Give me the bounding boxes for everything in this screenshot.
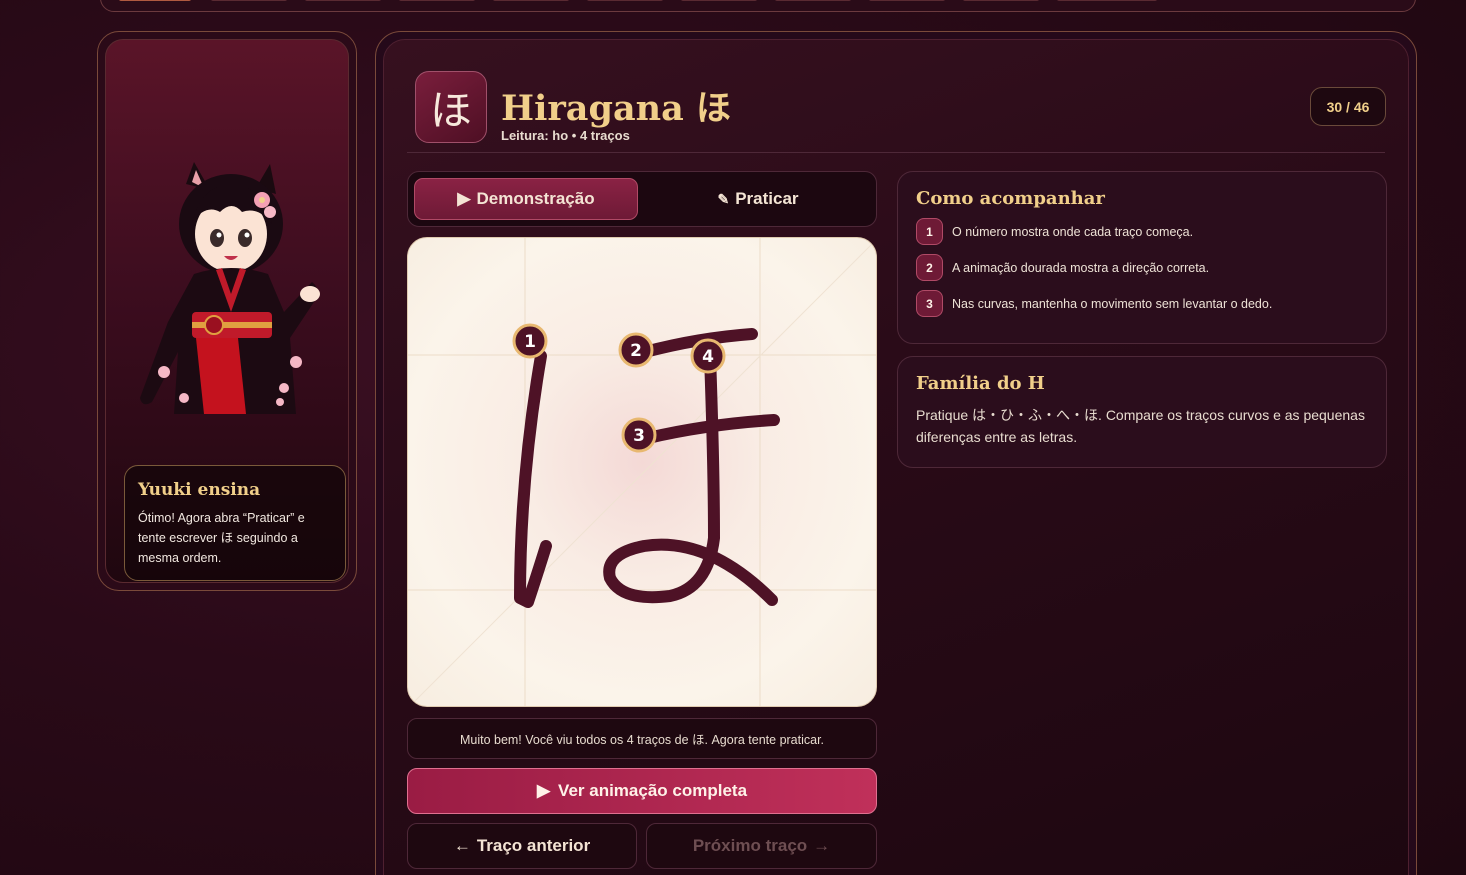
arrow-right-icon: → bbox=[813, 836, 831, 855]
status-message: Muito bem! Você viu todos os 4 traços de… bbox=[407, 718, 877, 759]
step-number: 2 bbox=[916, 254, 943, 281]
guide-step: 2 A animação dourada mostra a direção co… bbox=[916, 254, 1368, 281]
tab-demonstration[interactable]: ▶ Demonstração bbox=[414, 178, 638, 220]
tab-practice[interactable]: ✎ Praticar bbox=[646, 178, 870, 220]
tutor-tip-card: Yuuki ensina Ótimo! Agora abra “Praticar… bbox=[124, 465, 346, 581]
family-title: Família do H bbox=[916, 373, 1045, 394]
stroke-canvas[interactable]: 1 2 3 4 bbox=[407, 237, 877, 707]
tutor-name: Yuuki ensina bbox=[138, 480, 261, 500]
tab-label: Praticar bbox=[735, 189, 799, 208]
nav-tab[interactable] bbox=[775, 0, 851, 1]
previous-stroke-button[interactable]: ← Traço anterior bbox=[407, 823, 637, 869]
play-icon: ▶ bbox=[457, 189, 471, 208]
nav-tab[interactable] bbox=[399, 0, 475, 1]
step-number: 1 bbox=[916, 218, 943, 245]
tutor-panel-inner: Yuuki ensina Ótimo! Agora abra “Praticar… bbox=[105, 39, 349, 583]
header-divider bbox=[407, 152, 1385, 153]
tutor-panel: Yuuki ensina Ótimo! Agora abra “Praticar… bbox=[97, 31, 357, 591]
progress-badge: 30 / 46 bbox=[1310, 87, 1386, 126]
top-navigation bbox=[100, 0, 1416, 12]
tutor-message: Ótimo! Agora abra “Praticar” e tente esc… bbox=[138, 511, 305, 565]
lesson-panel-inner: ほ Hiragana ほ Leitura: ho • 4 traços 30 /… bbox=[383, 39, 1409, 875]
stroke-marker-label: 4 bbox=[702, 347, 714, 367]
nav-tab[interactable] bbox=[211, 0, 287, 1]
arrow-left-icon: ← bbox=[453, 836, 471, 855]
page-title: Hiragana ほ bbox=[501, 88, 731, 129]
step-text: Nas curvas, mantenha o movimento sem lev… bbox=[952, 296, 1273, 311]
nav-tab[interactable] bbox=[963, 0, 1039, 1]
next-stroke-button[interactable]: Próximo traço → bbox=[646, 823, 877, 869]
nav-tab[interactable] bbox=[305, 0, 381, 1]
nav-tab[interactable] bbox=[493, 0, 569, 1]
step-text: A animação dourada mostra a direção corr… bbox=[952, 260, 1210, 275]
step-text: O número mostra onde cada traço começa. bbox=[952, 224, 1194, 239]
guide-step: 1 O número mostra onde cada traço começa… bbox=[916, 218, 1368, 245]
guide-step: 3 Nas curvas, mantenha o movimento sem l… bbox=[916, 290, 1368, 317]
stroke-marker-label: 2 bbox=[630, 341, 642, 361]
nav-tab[interactable] bbox=[869, 0, 945, 1]
play-full-animation-button[interactable]: ▶ Ver animação completa bbox=[407, 768, 877, 814]
lesson-panel: ほ Hiragana ほ Leitura: ho • 4 traços 30 /… bbox=[375, 31, 1417, 875]
pencil-icon: ✎ bbox=[717, 190, 730, 207]
play-all-label: Ver animação completa bbox=[558, 781, 748, 800]
nav-tab[interactable] bbox=[681, 0, 757, 1]
family-text: Pratique は・ひ・ふ・へ・ほ. Compare os traços cu… bbox=[916, 407, 1365, 445]
play-icon: ▶ bbox=[536, 781, 551, 800]
guide-card: Como acompanhar 1 O número mostra onde c… bbox=[897, 171, 1387, 344]
reading-subtitle: Leitura: ho • 4 traços bbox=[501, 128, 630, 143]
stroke-1 bbox=[514, 350, 552, 608]
guide-title: Como acompanhar bbox=[916, 188, 1105, 209]
nav-tab-active[interactable] bbox=[119, 0, 191, 1]
tab-label: Demonstração bbox=[476, 189, 595, 208]
mascot-illustration bbox=[140, 162, 320, 414]
prev-label: Traço anterior bbox=[476, 836, 591, 855]
mode-tabs: ▶ Demonstração ✎ Praticar bbox=[407, 171, 877, 227]
family-card: Família do H Pratique は・ひ・ふ・へ・ほ. Compare… bbox=[897, 356, 1387, 468]
stroke-4 bbox=[603, 350, 778, 606]
stroke-marker-label: 1 bbox=[524, 332, 536, 352]
nav-tab[interactable] bbox=[1057, 0, 1157, 1]
grid-diagonal bbox=[409, 239, 876, 706]
nav-tab[interactable] bbox=[587, 0, 663, 1]
step-number: 3 bbox=[916, 290, 943, 317]
next-label: Próximo traço bbox=[692, 836, 808, 855]
kana-badge: ほ bbox=[415, 71, 487, 143]
stroke-drawing: 1 2 3 4 bbox=[408, 238, 876, 706]
stroke-marker-label: 3 bbox=[633, 426, 645, 446]
